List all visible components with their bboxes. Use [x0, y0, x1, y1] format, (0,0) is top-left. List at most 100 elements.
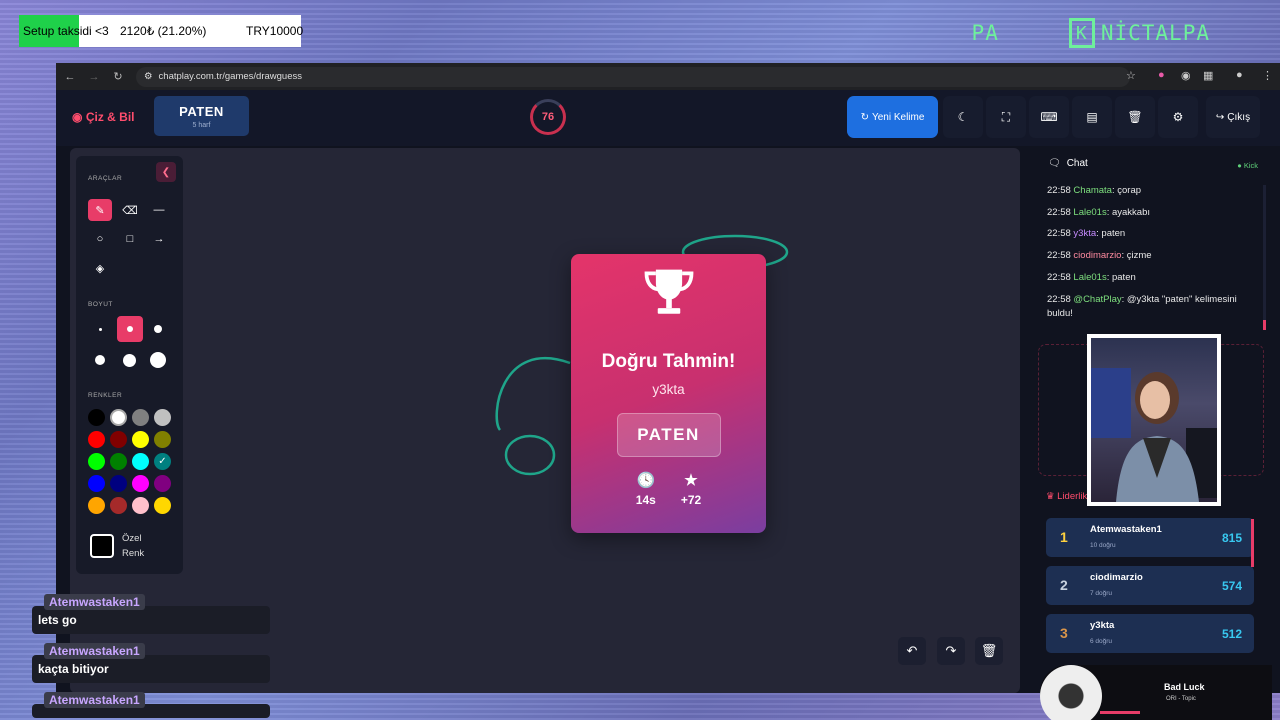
arrow-tool[interactable]: → — [147, 228, 171, 250]
color-swatch[interactable] — [132, 409, 149, 426]
delete-button[interactable]: 🗑 — [1115, 96, 1155, 138]
custom-color-button[interactable]: Özel Renk — [90, 526, 170, 566]
size-option-4[interactable] — [88, 349, 112, 371]
app-logo[interactable]: ◉ Çiz & Bil — [72, 110, 134, 124]
circle-tool[interactable]: ○ — [88, 228, 112, 250]
donation-goal-bar: Setup taksidi <3 2120₺ (21.20%) TRY10000 — [19, 15, 304, 47]
color-swatch[interactable] — [88, 475, 105, 492]
settings-button[interactable]: ⚙ — [1158, 96, 1198, 138]
leaderboard-row: 2 ciodimarzio 7 doğru 574 — [1046, 566, 1254, 605]
arrow-right-icon: → — [153, 233, 165, 245]
collapse-panel-button[interactable]: ❮ — [156, 162, 176, 182]
app-header: ◉ Çiz & Bil PATEN 5 harf 76 ↻ Yeni Kelim… — [56, 90, 1280, 146]
extension-icon[interactable]: ◉ — [1181, 69, 1191, 82]
chat-scrollbar[interactable] — [1263, 185, 1266, 330]
rectangle-tool[interactable]: □ — [118, 228, 142, 250]
album-art — [1040, 665, 1102, 720]
chat-bubble-icon: 🗨 — [1048, 158, 1061, 169]
size-option-5[interactable] — [117, 349, 141, 371]
star-icon: ★ — [684, 472, 698, 489]
brand-name: NİCTALPA — [1100, 21, 1210, 45]
color-swatch[interactable] — [110, 497, 127, 514]
time-value: 14s — [635, 493, 656, 507]
site-info-icon[interactable]: ⚙ — [144, 71, 153, 82]
exit-button[interactable]: ↪ Çıkış — [1206, 96, 1260, 138]
color-swatch[interactable]: ✓ — [154, 453, 171, 470]
url-text: chatplay.com.tr/games/drawguess — [158, 71, 302, 82]
time-stat: 🕓 14s — [636, 471, 656, 507]
redo-icon: ↷ — [945, 643, 957, 658]
color-swatch[interactable] — [88, 409, 105, 426]
goal-target: TRY10000 — [246, 24, 304, 38]
leaderboard-row: 1 Atemwastaken1 10 doğru 815 — [1046, 518, 1254, 557]
color-swatch[interactable] — [154, 431, 171, 448]
points-stat: ★ +72 — [681, 471, 701, 507]
color-swatch[interactable] — [88, 497, 105, 514]
player-name: y3kta — [1090, 620, 1115, 631]
current-word: PATEN — [179, 104, 224, 119]
size-option-1[interactable] — [88, 318, 112, 340]
profile-avatar-icon[interactable]: ● — [1236, 69, 1243, 81]
fullscreen-button[interactable]: ⛶ — [986, 96, 1026, 138]
player-correct-count: 7 doğru — [1090, 590, 1113, 597]
fill-tool[interactable]: ◈ — [88, 257, 112, 279]
streamer-figure — [1091, 368, 1217, 502]
new-word-button[interactable]: ↻ Yeni Kelime — [847, 96, 938, 138]
address-bar[interactable]: ⚙ chatplay.com.tr/games/drawguess — [136, 66, 1130, 87]
rank: 2 — [1060, 577, 1068, 593]
keyboard-button[interactable]: ⌨ — [1029, 96, 1069, 138]
chat-message: 22:58 Lale01s: paten — [1047, 271, 1136, 283]
eraser-icon: ⌫ — [122, 204, 138, 217]
color-swatch[interactable] — [88, 453, 105, 470]
line-tool[interactable]: — — [147, 199, 171, 221]
new-word-label: Yeni Kelime — [871, 111, 925, 123]
chat-source-badge: ● Kick — [1237, 161, 1258, 170]
color-swatch[interactable] — [154, 475, 171, 492]
bookmark-star-icon[interactable]: ☆ — [1126, 69, 1136, 82]
brush-tool[interactable]: ✎ — [88, 199, 112, 221]
stream-brand: PA K NİCTALPA — [972, 18, 1210, 48]
color-swatch[interactable] — [110, 409, 127, 426]
color-swatch[interactable] — [132, 431, 149, 448]
color-swatch[interactable] — [110, 475, 127, 492]
size-heading: BOYUT — [88, 301, 113, 308]
correct-guess-card: Doğru Tahmin! y3kta PATEN 🕓 14s ★ +72 — [571, 254, 766, 533]
rank: 1 — [1060, 529, 1068, 545]
leaderboard-row: 3 y3kta 6 doğru 512 — [1046, 614, 1254, 653]
color-swatch[interactable] — [132, 475, 149, 492]
rank: 3 — [1060, 625, 1068, 641]
reload-icon[interactable]: ↻ — [106, 70, 130, 83]
browser-menu-icon[interactable]: ⋮ — [1262, 69, 1273, 82]
size-option-6[interactable] — [146, 349, 170, 371]
dark-mode-button[interactable]: ☾ — [943, 96, 983, 138]
size-option-2[interactable] — [117, 316, 143, 342]
redo-button[interactable]: ↷ — [937, 637, 965, 665]
color-swatch[interactable] — [88, 431, 105, 448]
revealed-word: PATEN — [616, 413, 721, 457]
word-length: 5 harf — [192, 122, 211, 129]
leaderboard-scrollbar[interactable] — [1251, 519, 1254, 567]
extension-icon[interactable]: ● — [1158, 69, 1165, 81]
player-correct-count: 6 doğru — [1090, 638, 1113, 645]
color-swatch[interactable] — [154, 497, 171, 514]
trash-icon: 🗑 — [980, 643, 998, 658]
keyboard-icon: ⌨ — [1040, 110, 1058, 124]
eraser-tool[interactable]: ⌫ — [118, 199, 142, 221]
moon-icon: ☾ — [957, 110, 969, 124]
size-option-3[interactable] — [146, 318, 170, 340]
color-swatch[interactable] — [110, 431, 127, 448]
sign-out-icon: ↪ — [1215, 111, 1225, 123]
color-swatch[interactable] — [132, 453, 149, 470]
player-name: ciodimarzio — [1090, 572, 1143, 583]
chat-message: 22:58 y3kta: paten — [1047, 228, 1126, 240]
forward-icon[interactable]: → — [82, 71, 106, 83]
archive-button[interactable]: ▤ — [1072, 96, 1112, 138]
undo-button[interactable]: ↶ — [898, 637, 926, 665]
color-swatch[interactable] — [154, 409, 171, 426]
expand-icon: ⛶ — [1001, 109, 1011, 124]
clear-canvas-button[interactable]: 🗑 — [975, 637, 1003, 665]
back-icon[interactable]: ← — [58, 71, 82, 83]
extensions-puzzle-icon[interactable]: ▦ — [1203, 69, 1213, 82]
color-swatch[interactable] — [132, 497, 149, 514]
color-swatch[interactable] — [110, 453, 127, 470]
